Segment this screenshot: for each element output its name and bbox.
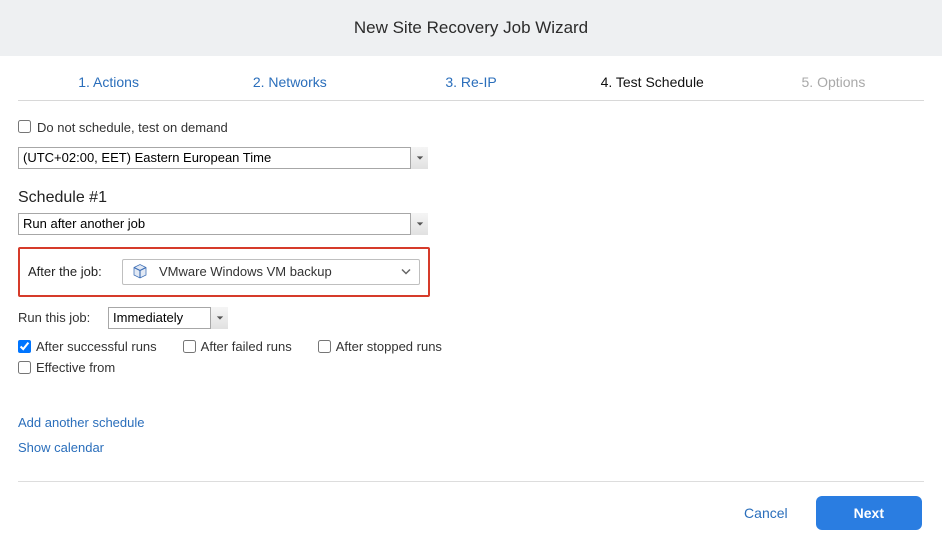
no-schedule-checkbox[interactable] [18,120,31,133]
vmware-job-icon [131,263,149,281]
tab-networks[interactable]: 2. Networks [199,62,380,100]
footer-divider [18,481,924,482]
cancel-button[interactable]: Cancel [734,497,798,529]
add-another-schedule-link[interactable]: Add another schedule [18,415,448,430]
schedule-heading: Schedule #1 [18,189,448,207]
tab-options: 5. Options [743,62,924,100]
effective-from-checkbox[interactable] [18,361,31,374]
wizard-tabs: 1. Actions 2. Networks 3. Re-IP 4. Test … [18,62,924,101]
after-stopped-checkbox[interactable] [318,340,331,353]
show-calendar-link[interactable]: Show calendar [18,440,448,455]
after-stopped-label: After stopped runs [336,339,442,354]
run-this-job-select[interactable] [108,307,228,329]
after-failed-checkbox[interactable] [183,340,196,353]
after-job-select[interactable]: VMware Windows VM backup [122,259,420,285]
tab-reip[interactable]: 3. Re-IP [380,62,561,100]
no-schedule-label: Do not schedule, test on demand [37,119,228,137]
run-this-job-label: Run this job: [18,310,98,325]
schedule-form: Do not schedule, test on demand Schedule… [18,101,448,473]
wizard-title: New Site Recovery Job Wizard [0,18,942,38]
wizard-footer: Cancel Next [18,496,924,530]
effective-from-label: Effective from [36,360,115,375]
tab-actions[interactable]: 1. Actions [18,62,199,100]
after-failed-label: After failed runs [201,339,292,354]
schedule-type-select[interactable] [18,213,428,235]
wizard-header: New Site Recovery Job Wizard [0,0,942,56]
next-button[interactable]: Next [816,496,922,530]
tab-test-schedule[interactable]: 4. Test Schedule [562,62,743,100]
after-job-label: After the job: [28,264,108,279]
after-successful-checkbox[interactable] [18,340,31,353]
timezone-select[interactable] [18,147,428,169]
chevron-down-icon [401,264,411,279]
after-successful-label: After successful runs [36,339,157,354]
after-job-row-highlight: After the job: VMware Windows VM backup [18,247,430,297]
schedule-links: Add another schedule Show calendar [18,415,448,455]
after-job-value: VMware Windows VM backup [159,264,332,279]
